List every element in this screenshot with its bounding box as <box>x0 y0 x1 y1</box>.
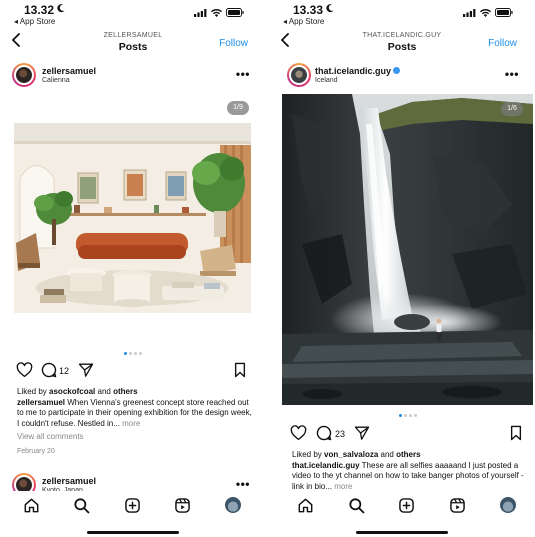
home-icon[interactable] <box>297 497 314 514</box>
liked-by-others[interactable]: others <box>113 387 137 396</box>
right-phone-screen: 13.33 ◂ App Store THAT.ICELANDIC.GUY Pos… <box>269 0 535 537</box>
home-icon[interactable] <box>23 497 40 514</box>
bottom-tab-bar <box>0 491 266 537</box>
post-photo-waterfall[interactable] <box>282 94 533 405</box>
liked-by-and: and <box>95 387 114 396</box>
post-header: that.icelandic.guy Iceland ••• <box>269 61 535 91</box>
status-time: 13.33 <box>293 3 324 17</box>
top-nav: THAT.ICELANDIC.GUY Posts Follow <box>269 30 535 56</box>
add-post-icon[interactable] <box>398 497 415 514</box>
bookmark-icon[interactable] <box>233 362 247 378</box>
post-photo-interior[interactable] <box>14 123 251 313</box>
post-username[interactable]: that.icelandic.guy <box>315 66 391 76</box>
status-time: 13.32 <box>24 3 55 17</box>
bookmark-icon[interactable] <box>509 425 523 441</box>
profile-icon[interactable] <box>225 497 241 513</box>
view-comments-link[interactable]: View all comments <box>17 432 252 442</box>
liked-by-prefix: Liked by <box>292 450 325 459</box>
likes-text: Liked by asockofcoal and others <box>17 387 252 397</box>
post-username[interactable]: zellersamuel <box>42 66 96 76</box>
comment-count: 12 <box>59 366 70 376</box>
post-location[interactable]: Calienna <box>42 77 70 84</box>
bottom-tab-bar <box>269 491 535 537</box>
heart-icon[interactable] <box>16 362 33 378</box>
moon-icon <box>326 4 334 13</box>
carousel-indicator <box>124 352 142 355</box>
moon-icon <box>57 4 65 13</box>
comment-icon[interactable] <box>316 425 332 441</box>
wifi-icon <box>480 8 491 17</box>
signal-icon <box>463 8 476 17</box>
battery-icon <box>495 8 513 17</box>
comment-count: 23 <box>335 429 346 439</box>
liked-by-prefix: Liked by <box>17 387 50 396</box>
back-to-app-store[interactable]: ◂ App Store <box>283 17 324 26</box>
profile-icon[interactable] <box>500 497 516 513</box>
reels-icon[interactable] <box>174 497 191 514</box>
follow-button[interactable]: Follow <box>488 38 517 49</box>
carousel-indicator <box>399 414 417 417</box>
top-nav: ZELLERSAMUEL Posts Follow <box>0 30 266 56</box>
more-icon[interactable]: ••• <box>236 67 250 81</box>
wifi-icon <box>211 8 222 17</box>
avatar[interactable] <box>287 63 311 87</box>
status-bar: 13.33 ◂ App Store <box>269 0 535 30</box>
post-header: zellersamuel Calienna ••• <box>0 61 266 91</box>
image-counter: 1/6 <box>501 102 523 116</box>
status-bar: 13.32 ◂ App Store <box>0 0 266 30</box>
liked-by-others[interactable]: others <box>396 450 420 459</box>
post-date: February 20 <box>17 446 252 457</box>
post-actions: 12 <box>0 362 266 382</box>
post-caption: zellersamuel When Vienna's greenest conc… <box>17 398 252 429</box>
add-post-icon[interactable] <box>124 497 141 514</box>
more-icon[interactable]: ••• <box>236 477 250 491</box>
battery-icon <box>226 8 244 17</box>
avatar[interactable] <box>12 63 36 87</box>
post-location[interactable]: Iceland <box>315 77 338 84</box>
follow-button[interactable]: Follow <box>219 38 248 49</box>
post-caption: that.icelandic.guy These are all selfies… <box>292 461 524 492</box>
caption-more-link[interactable]: more <box>120 419 140 428</box>
liked-by-and: and <box>378 450 397 459</box>
verified-badge-icon <box>393 67 401 75</box>
caption-more-link[interactable]: more <box>332 482 352 491</box>
heart-icon[interactable] <box>290 425 307 441</box>
more-icon[interactable]: ••• <box>505 67 519 81</box>
view-comments-text[interactable]: View all comments <box>17 432 84 441</box>
image-counter: 1/9 <box>227 101 249 115</box>
next-post-username[interactable]: zellersamuel <box>42 476 96 486</box>
signal-icon <box>194 8 207 17</box>
post-actions: 23 <box>269 425 535 445</box>
home-indicator <box>87 531 179 534</box>
reels-icon[interactable] <box>449 497 466 514</box>
comment-icon[interactable] <box>41 362 57 378</box>
post-date-text: February 20 <box>17 448 55 455</box>
liked-by-user[interactable]: von_salvaloza <box>324 450 378 459</box>
caption-username[interactable]: that.icelandic.guy <box>292 461 360 470</box>
back-to-app-store[interactable]: ◂ App Store <box>14 17 55 26</box>
share-icon[interactable] <box>354 425 370 441</box>
home-indicator <box>356 531 448 534</box>
share-icon[interactable] <box>78 362 94 378</box>
likes-text: Liked by von_salvaloza and others <box>292 450 527 460</box>
post-username-wrap[interactable]: that.icelandic.guy <box>315 66 401 76</box>
left-phone-screen: 13.32 ◂ App Store ZELLERSAMUEL Posts Fol… <box>0 0 266 537</box>
liked-by-user[interactable]: asockofcoal <box>49 387 95 396</box>
caption-username[interactable]: zellersamuel <box>17 398 65 407</box>
search-icon[interactable] <box>348 497 365 514</box>
search-icon[interactable] <box>73 497 90 514</box>
